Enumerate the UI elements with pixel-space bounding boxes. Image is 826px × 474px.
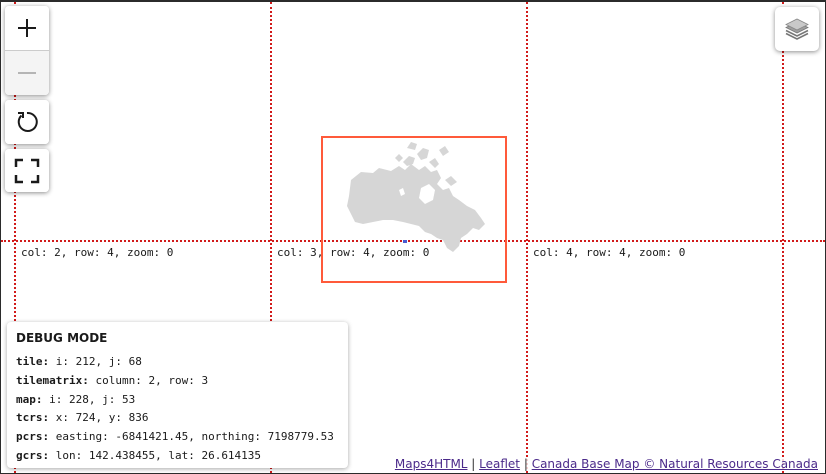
reload-control [5, 100, 49, 144]
debug-panel: DEBUG MODE tile: i: 212, j: 68 tilematri… [7, 322, 348, 468]
debug-row-map: map: i: 228, j: 53 [16, 391, 339, 410]
zoom-in-button[interactable] [5, 6, 49, 51]
debug-row-gcrs: gcrs: lon: 142.438455, lat: 26.614135 [16, 447, 339, 466]
debug-value: x: 724, y: 836 [55, 411, 149, 425]
fullscreen-icon [14, 158, 40, 183]
debug-value: i: 228, j: 53 [49, 392, 136, 406]
debug-value: easting: -6841421.45, northing: 7198779.… [55, 430, 334, 444]
attribution-link-canada-base-map[interactable]: Canada Base Map © Natural Resources Cana… [532, 457, 818, 471]
debug-key: gcrs: [16, 448, 50, 462]
attribution-separator: | [520, 457, 532, 471]
tile-label: col: 4, row: 4, zoom: 0 [533, 246, 686, 259]
fullscreen-control [5, 149, 49, 192]
debug-title: DEBUG MODE [16, 331, 108, 345]
reload-icon [17, 111, 38, 132]
fullscreen-button[interactable] [5, 149, 49, 192]
layers-control-button[interactable] [775, 7, 819, 51]
debug-row-tilematrix: tilematrix: column: 2, row: 3 [16, 372, 339, 391]
zoom-out-icon [18, 72, 36, 74]
debug-value: lon: 142.438455, lat: 26.614135 [55, 448, 262, 462]
debug-key: tilematrix: [16, 373, 89, 387]
zoom-in-icon [18, 19, 36, 37]
debug-key: map: [16, 392, 43, 406]
attribution-bar: Maps4HTML | Leaflet | Canada Base Map © … [391, 457, 821, 471]
debug-key: pcrs: [16, 430, 50, 444]
debug-value: i: 212, j: 68 [55, 355, 142, 368]
debug-key: tile: [16, 355, 50, 368]
zoom-control [5, 6, 49, 95]
debug-value: column: 2, row: 3 [95, 373, 209, 387]
attribution-link-leaflet[interactable]: Leaflet [479, 457, 520, 471]
tile-label: col: 2, row: 4, zoom: 0 [21, 246, 174, 259]
extent-bounding-box [321, 136, 507, 283]
attribution-link-maps4html[interactable]: Maps4HTML [395, 457, 468, 471]
map-viewport[interactable]: col: 2, row: 4, zoom: 0 col: 3, row: 4, … [0, 0, 826, 474]
debug-key: tcrs: [16, 411, 50, 425]
debug-row-tile: tile: i: 212, j: 68 [16, 353, 339, 372]
reload-button[interactable] [5, 100, 49, 144]
zoom-out-button[interactable] [5, 51, 49, 95]
debug-row-pcrs: pcrs: easting: -6841421.45, northing: 71… [16, 428, 339, 447]
layers-icon [785, 18, 809, 40]
debug-row-tcrs: tcrs: x: 724, y: 836 [16, 409, 339, 428]
attribution-separator: | [467, 457, 480, 471]
tile-grid-line [782, 2, 784, 473]
tile-grid-line [526, 2, 528, 473]
